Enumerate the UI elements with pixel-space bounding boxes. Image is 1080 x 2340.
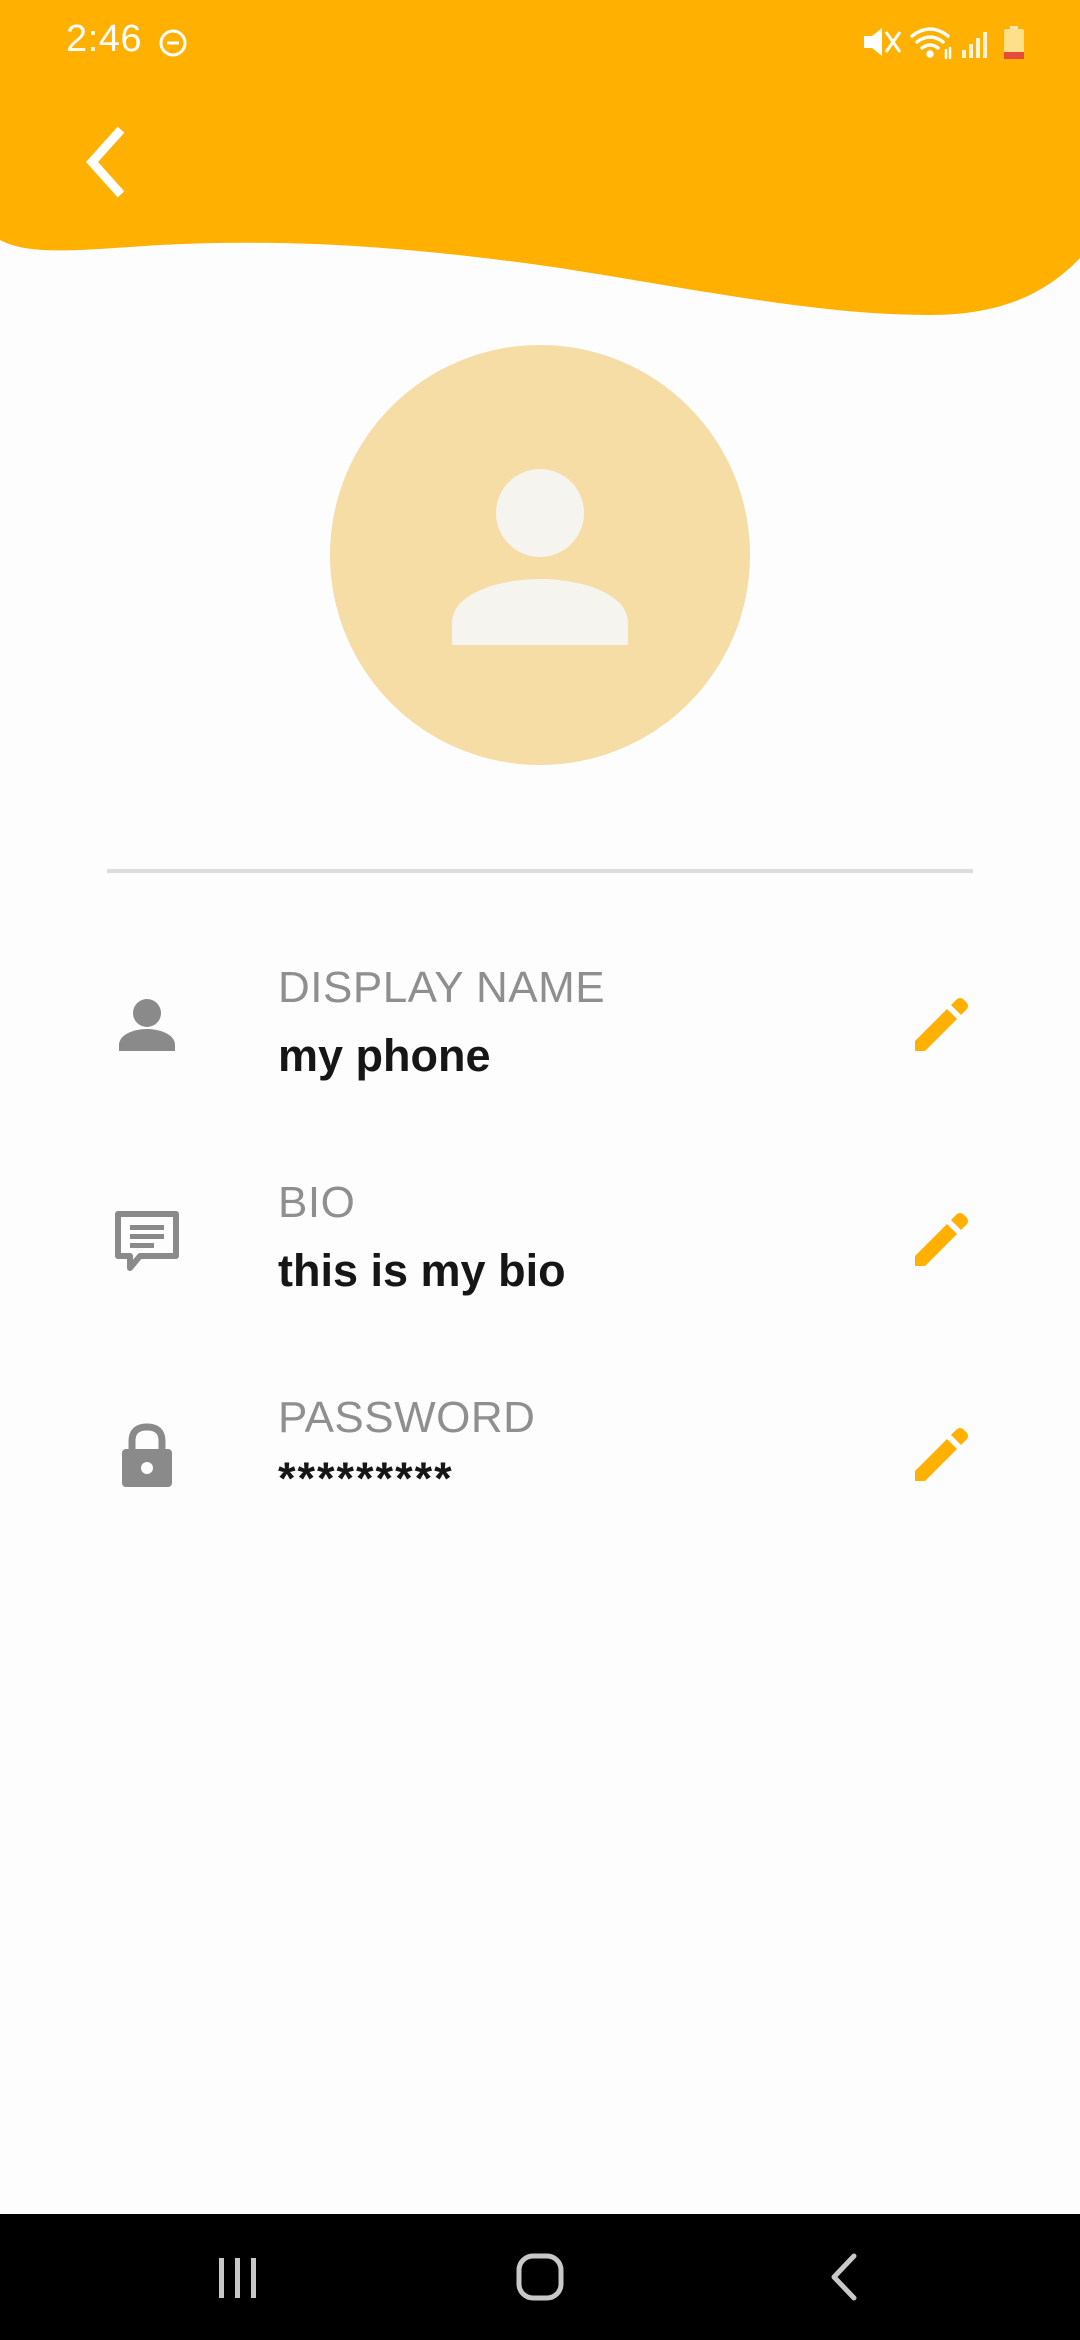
- mute-icon: [864, 28, 902, 56]
- wifi-icon: [910, 27, 952, 60]
- profile-screen: 2:46 DISPLAY NAME my phone BIO this is m…: [0, 0, 1080, 2340]
- field-row-bio: BIO this is my bio: [0, 1170, 1080, 1340]
- profile-avatar[interactable]: [330, 345, 750, 765]
- display-name-value: my phone: [278, 1030, 491, 1081]
- divider: [107, 869, 973, 873]
- pencil-icon: [915, 1428, 968, 1481]
- back-button[interactable]: [74, 125, 138, 199]
- do-not-disturb-icon: [159, 29, 187, 57]
- lock-icon: [122, 1423, 172, 1487]
- pencil-icon: [915, 1213, 968, 1266]
- person-silhouette-icon: [452, 469, 628, 645]
- edit-display-name-button[interactable]: [905, 989, 977, 1061]
- password-label: PASSWORD: [278, 1393, 536, 1442]
- edit-password-button[interactable]: [905, 1419, 977, 1491]
- back-icon[interactable]: [810, 2244, 880, 2310]
- bio-label: BIO: [278, 1178, 356, 1227]
- chevron-left-icon: [85, 126, 125, 198]
- field-row-display-name: DISPLAY NAME my phone: [0, 955, 1080, 1125]
- chat-bubble-icon: [115, 1211, 179, 1271]
- bio-value: this is my bio: [278, 1245, 566, 1296]
- system-nav-bar: [0, 2214, 1080, 2340]
- pencil-icon: [915, 998, 968, 1051]
- display-name-label: DISPLAY NAME: [278, 963, 606, 1012]
- battery-low-icon: [1004, 26, 1024, 59]
- recents-icon[interactable]: [203, 2244, 273, 2310]
- home-icon[interactable]: [505, 2244, 575, 2310]
- status-icons: [864, 26, 1024, 60]
- person-icon: [119, 999, 175, 1051]
- status-time: 2:46: [66, 18, 142, 60]
- edit-bio-button[interactable]: [905, 1204, 977, 1276]
- field-row-password: PASSWORD *********: [0, 1385, 1080, 1555]
- status-bar: 2:46: [0, 0, 1080, 84]
- signal-icon: [962, 32, 987, 58]
- password-value: *********: [278, 1453, 454, 1504]
